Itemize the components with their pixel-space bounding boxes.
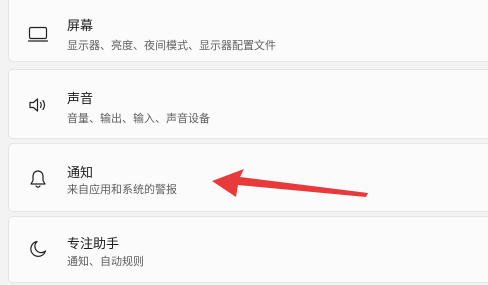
settings-item-display[interactable]: 屏幕 显示器、亮度、夜间模式、显示器配置文件 bbox=[8, 0, 488, 62]
settings-item-subtitle: 音量、输出、输入、声音设备 bbox=[67, 112, 210, 125]
settings-item-title: 屏幕 bbox=[67, 19, 94, 34]
monitor-icon bbox=[26, 22, 50, 46]
settings-item-subtitle: 通知、自动规则 bbox=[67, 255, 144, 268]
settings-item-title: 专注助手 bbox=[67, 237, 120, 252]
settings-item-focus-assist[interactable]: 专注助手 通知、自动规则 bbox=[8, 216, 488, 283]
settings-item-sound[interactable]: 声音 音量、输出、输入、声音设备 bbox=[8, 69, 488, 139]
settings-page: 屏幕 显示器、亮度、夜间模式、显示器配置文件 声音 音量、输出、输入、声音设备 … bbox=[0, 0, 488, 285]
settings-item-notifications[interactable]: 通知 来自应用和系统的警报 bbox=[8, 143, 488, 212]
moon-icon bbox=[26, 237, 50, 261]
settings-item-title: 声音 bbox=[67, 92, 94, 107]
settings-item-title: 通知 bbox=[67, 166, 94, 181]
settings-item-subtitle: 显示器、亮度、夜间模式、显示器配置文件 bbox=[67, 39, 276, 52]
settings-item-subtitle: 来自应用和系统的警报 bbox=[67, 183, 177, 196]
speaker-icon bbox=[26, 93, 50, 117]
bell-icon bbox=[26, 167, 50, 191]
